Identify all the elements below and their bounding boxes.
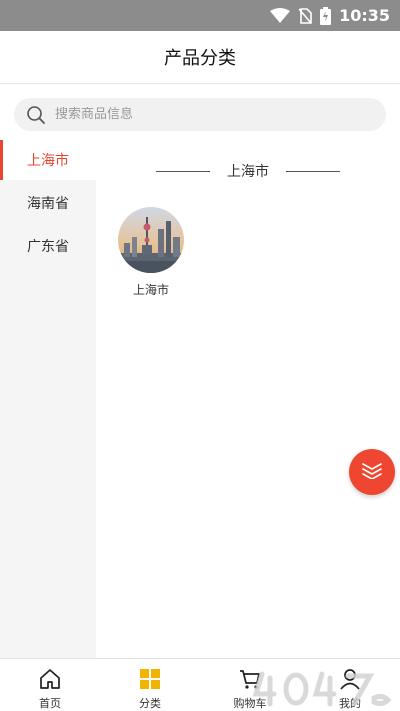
nav-item-cart[interactable]: 购物车 — [200, 659, 300, 711]
sidebar-item-shanghai[interactable]: 上海市 — [0, 140, 96, 180]
bottom-nav: 首页 分类 购物车 我的 — [0, 658, 400, 711]
category-grid-icon — [138, 667, 162, 691]
sidebar-item-label: 海南省 — [27, 196, 69, 212]
sidebar-item-label: 广东省 — [27, 239, 69, 255]
user-icon — [338, 667, 362, 691]
nav-label: 首页 — [39, 697, 61, 710]
category-card-shanghai[interactable]: 上海市 — [116, 207, 186, 298]
section-title: 上海市 — [227, 164, 269, 180]
home-icon — [38, 667, 62, 691]
nav-item-category[interactable]: 分类 — [100, 659, 200, 711]
search-input[interactable] — [55, 107, 355, 122]
no-sim-icon — [298, 7, 312, 24]
cart-icon — [238, 667, 262, 691]
city-skyline-thumbnail — [118, 207, 184, 273]
status-bar: 10:35 — [0, 0, 400, 31]
sidebar-item-label: 上海市 — [27, 153, 69, 169]
nav-label: 购物车 — [233, 697, 267, 710]
category-card-label: 上海市 — [132, 283, 169, 297]
search-icon — [26, 105, 46, 125]
section-heading: 上海市 — [156, 161, 340, 181]
search-bar — [0, 84, 400, 142]
divider-right — [286, 170, 340, 172]
wifi-icon — [270, 7, 291, 24]
divider-left — [156, 170, 210, 172]
status-time: 10:35 — [339, 6, 390, 25]
nav-item-profile[interactable]: 我的 — [300, 659, 400, 711]
nav-label: 我的 — [339, 697, 361, 710]
sidebar-item-guangdong[interactable]: 广东省 — [0, 226, 96, 266]
page-title: 产品分类 — [164, 48, 236, 69]
nav-item-home[interactable]: 首页 — [0, 659, 100, 711]
battery-charging-icon — [320, 6, 332, 25]
search-box[interactable] — [14, 98, 386, 131]
layers-fab-button[interactable] — [349, 449, 395, 495]
sidebar-item-hainan[interactable]: 海南省 — [0, 183, 96, 223]
category-sidebar: 上海市 海南省 广东省 — [0, 140, 96, 658]
layers-icon — [361, 461, 383, 483]
category-content: 上海市 上海市 — [96, 142, 400, 658]
app-header: 产品分类 — [0, 31, 400, 84]
nav-label: 分类 — [139, 697, 161, 710]
